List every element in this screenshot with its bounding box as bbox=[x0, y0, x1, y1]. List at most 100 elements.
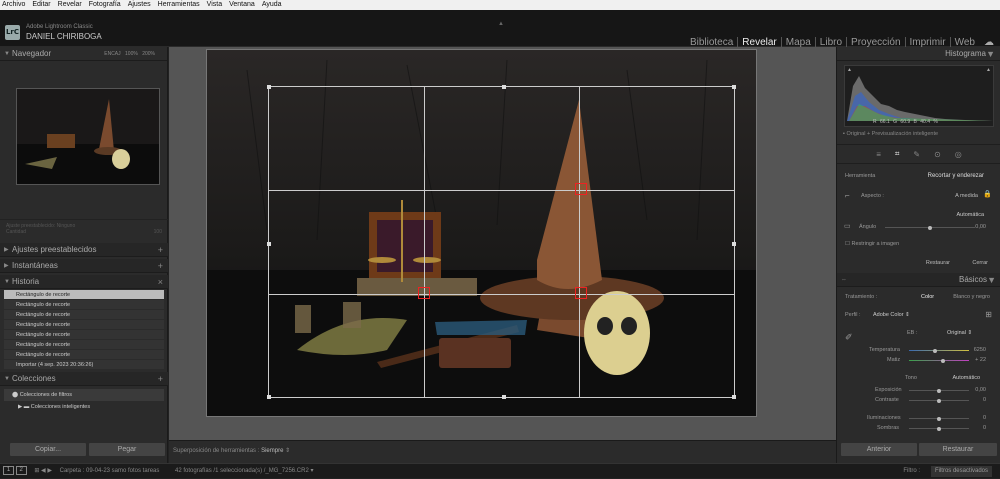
level-tool-icon[interactable]: ▭ bbox=[844, 222, 851, 230]
add-preset-icon[interactable]: + bbox=[158, 243, 163, 257]
eyedropper-icon[interactable]: ✐ bbox=[845, 332, 853, 343]
menu-ajustes[interactable]: Ajustes bbox=[128, 0, 151, 10]
previous-button[interactable]: Anterior bbox=[841, 443, 917, 456]
exposure-value[interactable]: 0,00 bbox=[975, 387, 986, 393]
reset-button[interactable]: Restaurar bbox=[919, 443, 997, 456]
navigator-thumbnail[interactable] bbox=[16, 88, 160, 185]
aspect-value[interactable]: A medida bbox=[955, 193, 978, 199]
shadows-slider[interactable] bbox=[909, 426, 969, 431]
crop-handle[interactable] bbox=[267, 85, 271, 89]
collapse-top-icon[interactable]: ▲ bbox=[498, 21, 504, 27]
window-1-button[interactable]: 1 bbox=[3, 465, 14, 475]
slider-knob[interactable] bbox=[937, 398, 941, 403]
user-name[interactable]: DANIEL CHIRIBOGA bbox=[26, 32, 102, 41]
crop-frame-icon[interactable]: ⌐ bbox=[845, 191, 850, 200]
copy-button[interactable]: Copiar... bbox=[10, 443, 86, 456]
menu-archivo[interactable]: Archivo bbox=[2, 0, 25, 10]
contrast-value[interactable]: 0 bbox=[983, 397, 986, 403]
bw-treatment-button[interactable]: Blanco y negro bbox=[953, 294, 990, 300]
lock-icon[interactable]: 🔒 bbox=[983, 190, 992, 198]
collection-smart[interactable]: ▶ ▬ Colecciones inteligentes bbox=[4, 401, 164, 413]
menu-vista[interactable]: Vista bbox=[207, 0, 222, 10]
dropdown-icon[interactable]: ▾ bbox=[310, 468, 313, 474]
temp-value[interactable]: 6250 bbox=[974, 347, 986, 353]
contrast-slider[interactable] bbox=[909, 398, 969, 403]
menu-fotografia[interactable]: Fotografía bbox=[89, 0, 121, 10]
angle-slider[interactable] bbox=[885, 225, 975, 230]
clear-history-icon[interactable]: × bbox=[158, 275, 163, 289]
exposure-slider[interactable] bbox=[909, 388, 969, 393]
tint-slider[interactable] bbox=[909, 358, 969, 363]
forward-arrow-icon[interactable]: ▶ bbox=[47, 468, 52, 474]
highlights-slider[interactable] bbox=[909, 416, 969, 421]
presets-header[interactable]: ▶ Ajustes preestablecidos + bbox=[0, 243, 168, 257]
crop-close-button[interactable]: Cerrar bbox=[972, 260, 988, 266]
history-item[interactable]: Rectángulo de recorte bbox=[4, 300, 164, 310]
crop-reset-button[interactable]: Restaurar bbox=[926, 260, 950, 266]
histogram-header[interactable]: Histograma ▼ bbox=[837, 47, 1000, 61]
grid-view-icon[interactable]: ⊞ bbox=[34, 468, 39, 474]
auto-straighten-button[interactable]: Automática bbox=[956, 212, 984, 218]
crop-handle[interactable] bbox=[501, 395, 506, 399]
collections-header[interactable]: ▼ Colecciones + bbox=[0, 372, 168, 386]
menu-ventana[interactable]: Ventana bbox=[229, 0, 255, 10]
clipping-shadow-icon[interactable]: ▲ bbox=[847, 67, 852, 73]
slider-knob[interactable] bbox=[933, 348, 937, 353]
shadows-value[interactable]: 0 bbox=[983, 425, 986, 431]
crop-tool-icon[interactable]: ⌗ bbox=[895, 149, 900, 159]
history-item[interactable]: Rectángulo de recorte bbox=[4, 320, 164, 330]
menu-herramientas[interactable]: Herramientas bbox=[158, 0, 200, 10]
healing-brush-icon[interactable]: ✎ bbox=[913, 150, 920, 159]
crop-handle[interactable] bbox=[501, 85, 506, 89]
photo-canvas[interactable] bbox=[206, 49, 757, 417]
tint-value[interactable]: + 22 bbox=[975, 357, 986, 363]
navigator-header[interactable]: ▼ Navegador ENCAJ 100% 200% bbox=[0, 47, 167, 61]
clipping-highlight-icon[interactable]: ▲ bbox=[986, 67, 991, 73]
history-item[interactable]: Rectángulo de recorte bbox=[4, 310, 164, 320]
dropdown-icon[interactable]: ⇕ bbox=[285, 448, 290, 454]
history-item[interactable]: Rectángulo de recorte bbox=[4, 350, 164, 360]
add-snapshot-icon[interactable]: + bbox=[158, 259, 163, 273]
window-2-button[interactable]: 2 bbox=[15, 465, 27, 475]
wb-select[interactable]: Original ⇕ bbox=[947, 330, 972, 336]
photo-count[interactable]: 42 fotografías /1 seleccionada(s) /_MG_7… bbox=[175, 468, 309, 474]
history-item[interactable]: Importar (4 sep. 2023 20:36:26) bbox=[4, 360, 164, 370]
tone-auto-button[interactable]: Automático bbox=[952, 375, 980, 381]
slider-knob[interactable] bbox=[937, 416, 941, 421]
history-item[interactable]: Rectángulo de recorte bbox=[4, 340, 164, 350]
menu-ayuda[interactable]: Ayuda bbox=[262, 0, 282, 10]
history-item[interactable]: Rectángulo de recorte bbox=[4, 290, 164, 300]
slider-knob[interactable] bbox=[937, 388, 941, 393]
profile-browser-icon[interactable]: ⊞ bbox=[985, 310, 992, 319]
crop-handle[interactable] bbox=[732, 395, 736, 399]
crop-handle[interactable] bbox=[732, 242, 736, 246]
history-item[interactable]: Rectángulo de recorte bbox=[4, 330, 164, 340]
temp-slider[interactable] bbox=[909, 348, 969, 353]
sliders-icon[interactable]: ≡ bbox=[876, 150, 881, 159]
folder-path[interactable]: Carpeta : 09-04-23 samo fotos tareas bbox=[60, 468, 160, 474]
history-header[interactable]: ▼ Historia × bbox=[0, 275, 168, 289]
menu-revelar[interactable]: Revelar bbox=[58, 0, 82, 10]
paste-button[interactable]: Pegar bbox=[89, 443, 165, 456]
add-collection-icon[interactable]: + bbox=[158, 372, 163, 386]
overlay-value[interactable]: Siempre bbox=[261, 448, 283, 454]
crop-rectangle[interactable] bbox=[267, 85, 736, 399]
back-arrow-icon[interactable]: ◀ bbox=[41, 468, 46, 474]
zoom-options[interactable]: ENCAJ 100% 200% bbox=[104, 47, 155, 61]
slider-knob[interactable] bbox=[928, 225, 932, 230]
profile-select[interactable]: Adobe Color ⇕ bbox=[873, 312, 910, 318]
crop-handle[interactable] bbox=[267, 242, 271, 246]
panel-switch-icon[interactable]: ⇔ bbox=[841, 273, 847, 287]
snapshots-header[interactable]: ▶ Instantáneas + bbox=[0, 259, 168, 273]
crop-handle[interactable] bbox=[267, 395, 271, 399]
color-treatment-button[interactable]: Color bbox=[921, 294, 934, 300]
highlights-value[interactable]: 0 bbox=[983, 415, 986, 421]
angle-value[interactable]: 0,00 bbox=[975, 224, 986, 230]
basics-header[interactable]: ⇔ Básicos ▼ bbox=[837, 273, 1000, 287]
constrain-checkbox[interactable]: ☐ Restringir a imagen bbox=[845, 241, 899, 247]
redeye-icon[interactable]: ⊙ bbox=[934, 150, 941, 159]
filter-select[interactable]: Filtros desactivados bbox=[930, 466, 992, 477]
masking-icon[interactable]: ◎ bbox=[955, 150, 962, 159]
menu-editar[interactable]: Editar bbox=[32, 0, 50, 10]
histogram-chart[interactable]: ▲ ▲ bbox=[844, 65, 994, 127]
